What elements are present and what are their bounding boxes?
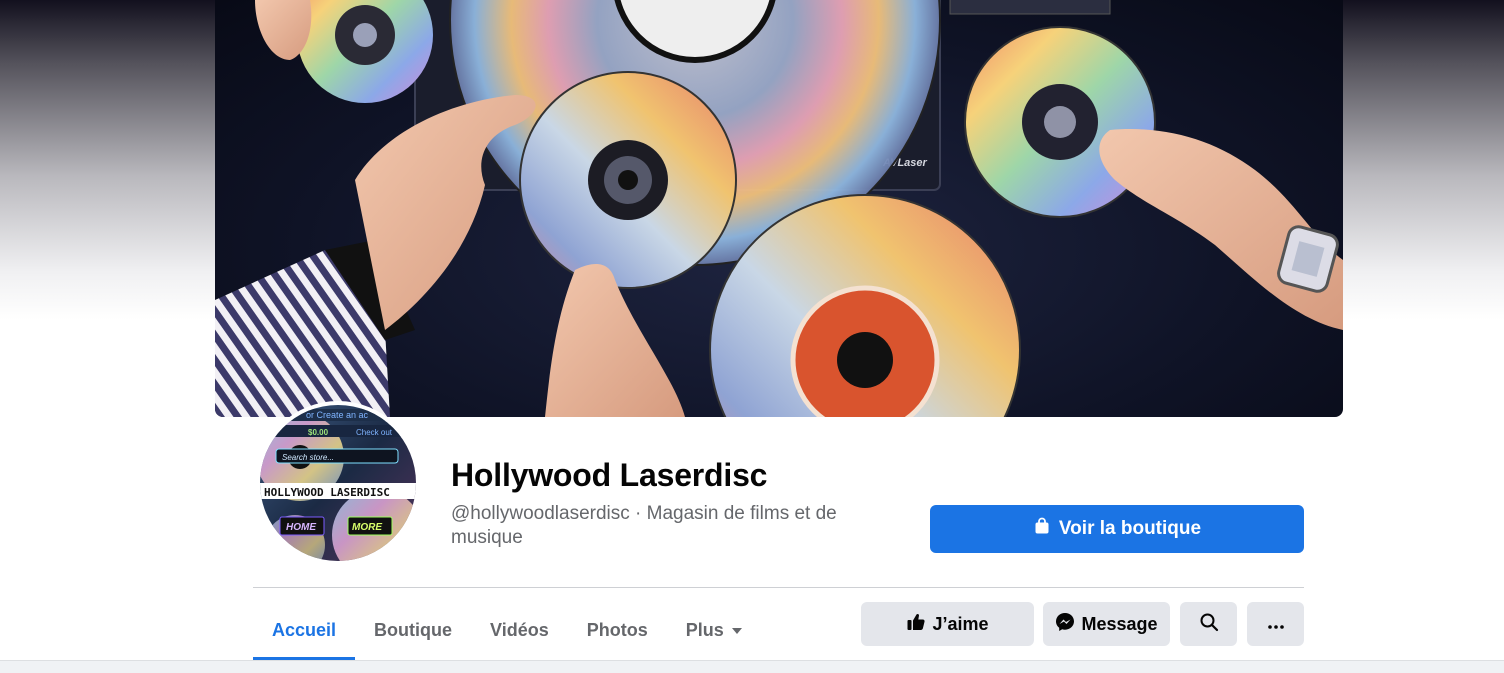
laserdisc-cover-illustration: AVLaser <box>215 0 1343 417</box>
tab-label: Vidéos <box>490 620 549 640</box>
cover-photo[interactable]: AVLaser <box>215 0 1343 417</box>
page-tabs: Accueil Boutique Vidéos Photos Plus <box>253 601 761 660</box>
avatar-check-text: Check out <box>356 428 393 437</box>
tab-label: Photos <box>586 620 648 640</box>
tab-accueil[interactable]: Accueil <box>253 601 356 660</box>
search-button[interactable] <box>1180 602 1237 646</box>
like-label: J’aime <box>932 613 989 634</box>
view-shop-label: Voir la boutique <box>1058 518 1202 539</box>
tab-boutique[interactable]: Boutique <box>355 601 471 660</box>
avatar-brand-text: HOLLYWOOD LASERDISC <box>264 486 390 499</box>
shopping-bag-icon <box>1033 517 1051 541</box>
caret-down-icon <box>731 627 742 634</box>
page-content-backdrop <box>0 660 1504 673</box>
avatar-price-text: $0.00 <box>308 428 329 437</box>
avatar-login-text: or Create an ac <box>306 410 369 420</box>
more-options-button[interactable] <box>1247 602 1304 646</box>
tab-plus[interactable]: Plus <box>667 601 761 660</box>
message-button[interactable]: Message <box>1043 602 1170 646</box>
message-label: Message <box>1081 613 1158 634</box>
avatar-search-text: Search store... <box>282 453 334 462</box>
page-subtitle: @hollywoodlaserdisc · Magasin de films e… <box>451 503 837 548</box>
page-profile-picture[interactable]: or Create an ac $0.00 Check out Search s… <box>256 401 420 565</box>
view-shop-button[interactable]: Voir la boutique <box>930 505 1304 553</box>
avatar-home-text: HOME <box>286 522 316 533</box>
profile-logo-image: or Create an ac $0.00 Check out Search s… <box>260 405 416 561</box>
messenger-icon <box>1055 612 1075 637</box>
search-icon <box>1199 612 1219 637</box>
tab-label: Accueil <box>272 620 337 640</box>
thumbs-up-icon <box>906 612 926 637</box>
tab-videos[interactable]: Vidéos <box>471 601 568 660</box>
header-divider <box>253 587 1304 588</box>
ellipsis-icon <box>1267 614 1285 635</box>
avatar-more-text: MORE <box>352 522 382 533</box>
page-title: Hollywood Laserdisc <box>451 457 768 493</box>
tab-label: Plus <box>685 620 724 640</box>
tab-photos[interactable]: Photos <box>568 601 667 660</box>
tab-label: Boutique <box>374 620 453 640</box>
like-button[interactable]: J’aime <box>861 602 1034 646</box>
